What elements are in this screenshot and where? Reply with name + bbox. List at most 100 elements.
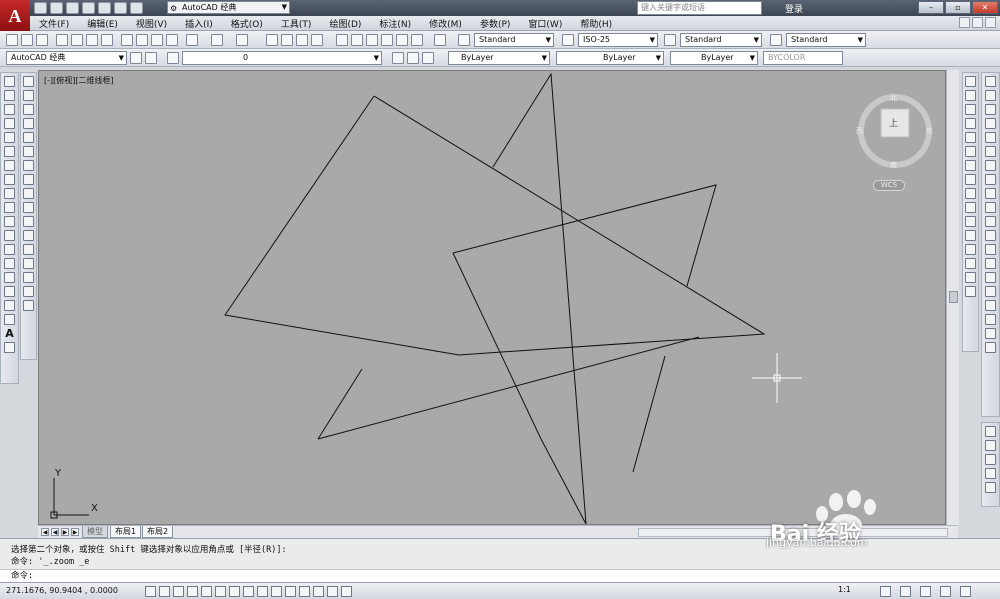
snap-extension-icon[interactable]	[965, 160, 976, 171]
make-current-layer-icon[interactable]	[392, 52, 404, 64]
join-icon[interactable]	[23, 258, 34, 269]
last-tab-icon[interactable]: ▶	[71, 528, 79, 536]
chamfer-icon[interactable]	[23, 272, 34, 283]
fillet-icon[interactable]	[23, 286, 34, 297]
grid-display-icon[interactable]	[173, 586, 184, 597]
snap-node-icon[interactable]	[965, 258, 976, 269]
snap-perpendicular-icon[interactable]	[965, 216, 976, 227]
layer-lock-icon[interactable]	[985, 482, 996, 493]
isolate-objects-icon[interactable]	[940, 586, 951, 597]
first-tab-icon[interactable]: ◀	[41, 528, 49, 536]
rectangle-icon[interactable]	[4, 132, 15, 143]
tab-layout1[interactable]: 布局1	[110, 526, 142, 538]
snap-temp-track-icon[interactable]	[965, 76, 976, 87]
menu-modify[interactable]: 修改(M)	[420, 17, 471, 30]
menu-window[interactable]: 窗口(W)	[519, 17, 571, 30]
maximize-button[interactable]: ▫	[945, 1, 971, 14]
customize-icon[interactable]	[145, 52, 157, 64]
next-tab-icon[interactable]: ▶	[61, 528, 69, 536]
table-style-icon[interactable]	[664, 34, 676, 46]
dim-style-icon[interactable]	[562, 34, 574, 46]
array-icon[interactable]	[23, 132, 34, 143]
add-selected-icon[interactable]	[4, 342, 15, 353]
menu-draw[interactable]: 绘图(D)	[320, 17, 370, 30]
construction-line-icon[interactable]	[4, 90, 15, 101]
zoom-window-icon[interactable]	[296, 34, 308, 46]
hatch-icon[interactable]	[4, 272, 15, 283]
center-mark-icon[interactable]	[985, 272, 996, 283]
save-icon[interactable]	[66, 2, 79, 14]
region-icon[interactable]	[4, 300, 15, 311]
close-button[interactable]: ✕	[972, 1, 998, 14]
lineweight-toggle-icon[interactable]	[285, 586, 296, 597]
star-shape[interactable]	[492, 72, 587, 524]
layer-isolate-icon[interactable]	[985, 426, 996, 437]
layer-select[interactable]: 0 ▼	[182, 51, 382, 65]
layer-freeze-icon[interactable]	[985, 454, 996, 465]
undo-icon[interactable]	[114, 2, 127, 14]
workspace-select[interactable]: AutoCAD 经典 ▼	[6, 51, 127, 65]
table-style-select[interactable]: Standard ▼	[680, 33, 762, 47]
move-icon[interactable]	[23, 146, 34, 157]
viewcube-top-face[interactable]: 上	[889, 116, 898, 129]
viewcube-east[interactable]: 东	[926, 126, 933, 136]
plot-preview-icon[interactable]	[71, 34, 83, 46]
tab-model[interactable]: 模型	[82, 526, 108, 538]
menu-insert[interactable]: 插入(I)	[176, 17, 222, 30]
text-style-icon[interactable]	[458, 34, 470, 46]
stretch-icon[interactable]	[23, 188, 34, 199]
properties-icon[interactable]	[336, 34, 348, 46]
3d-publish-icon[interactable]	[101, 34, 113, 46]
snap-mode-icon[interactable]	[159, 586, 170, 597]
rotate-icon[interactable]	[23, 160, 34, 171]
spline-icon[interactable]	[4, 188, 15, 199]
viewcube[interactable]: 上 北 南 西 东	[855, 91, 935, 174]
login-link[interactable]: 登录	[785, 2, 803, 15]
search-input[interactable]: 键入关键字或短语	[637, 1, 762, 15]
explode-icon[interactable]	[23, 300, 34, 311]
snap-parallel-icon[interactable]	[965, 230, 976, 241]
ellipse-icon[interactable]	[4, 202, 15, 213]
table-icon[interactable]	[4, 314, 15, 325]
snap-quadrant-icon[interactable]	[965, 188, 976, 199]
continue-dim-icon[interactable]	[985, 216, 996, 227]
layer-manager-icon[interactable]	[167, 52, 179, 64]
snap-from-icon[interactable]	[965, 90, 976, 101]
viewcube-north[interactable]: 北	[890, 93, 897, 103]
trim-icon[interactable]	[23, 202, 34, 213]
jogged-dim-icon[interactable]	[985, 146, 996, 157]
workspace-selector[interactable]: ⚙ AutoCAD 经典 ▼	[167, 1, 290, 14]
point-icon[interactable]	[4, 258, 15, 269]
qnew-icon[interactable]	[6, 34, 18, 46]
open-icon[interactable]	[21, 34, 33, 46]
vertical-scrollbar[interactable]	[946, 70, 959, 525]
angular-dim-icon[interactable]	[985, 174, 996, 185]
wcs-menu[interactable]: WCS	[873, 180, 905, 191]
open-file-icon[interactable]	[50, 2, 63, 14]
dim-text-edit-icon[interactable]	[985, 328, 996, 339]
workspace-switch-icon[interactable]	[880, 586, 891, 597]
3d-object-snap-icon[interactable]	[229, 586, 240, 597]
aligned-dim-icon[interactable]	[985, 90, 996, 101]
offset-icon[interactable]	[23, 118, 34, 129]
workspace-settings-icon[interactable]	[130, 52, 142, 64]
quick-dim-icon[interactable]	[985, 188, 996, 199]
design-center-icon[interactable]	[351, 34, 363, 46]
zoom-previous-icon[interactable]	[311, 34, 323, 46]
viewcube-south[interactable]: 南	[890, 160, 897, 170]
multileader-style-icon[interactable]	[770, 34, 782, 46]
snap-center-icon[interactable]	[965, 174, 976, 185]
sheet-set-icon[interactable]	[381, 34, 393, 46]
menu-parametric[interactable]: 参数(P)	[471, 17, 519, 30]
layer-previous-icon[interactable]	[407, 52, 419, 64]
dynamic-input-icon[interactable]	[271, 586, 282, 597]
pan-icon[interactable]	[266, 34, 278, 46]
zoom-realtime-icon[interactable]	[281, 34, 293, 46]
tri-shape-line-1[interactable]	[317, 336, 700, 440]
doc-close-button[interactable]	[985, 17, 996, 28]
linetype-select[interactable]: ByLayer ▼	[556, 51, 664, 65]
multiline-text-icon[interactable]: A	[4, 328, 15, 339]
quad-shape-1[interactable]	[224, 95, 766, 356]
markup-icon[interactable]	[396, 34, 408, 46]
break-at-point-icon[interactable]	[23, 230, 34, 241]
